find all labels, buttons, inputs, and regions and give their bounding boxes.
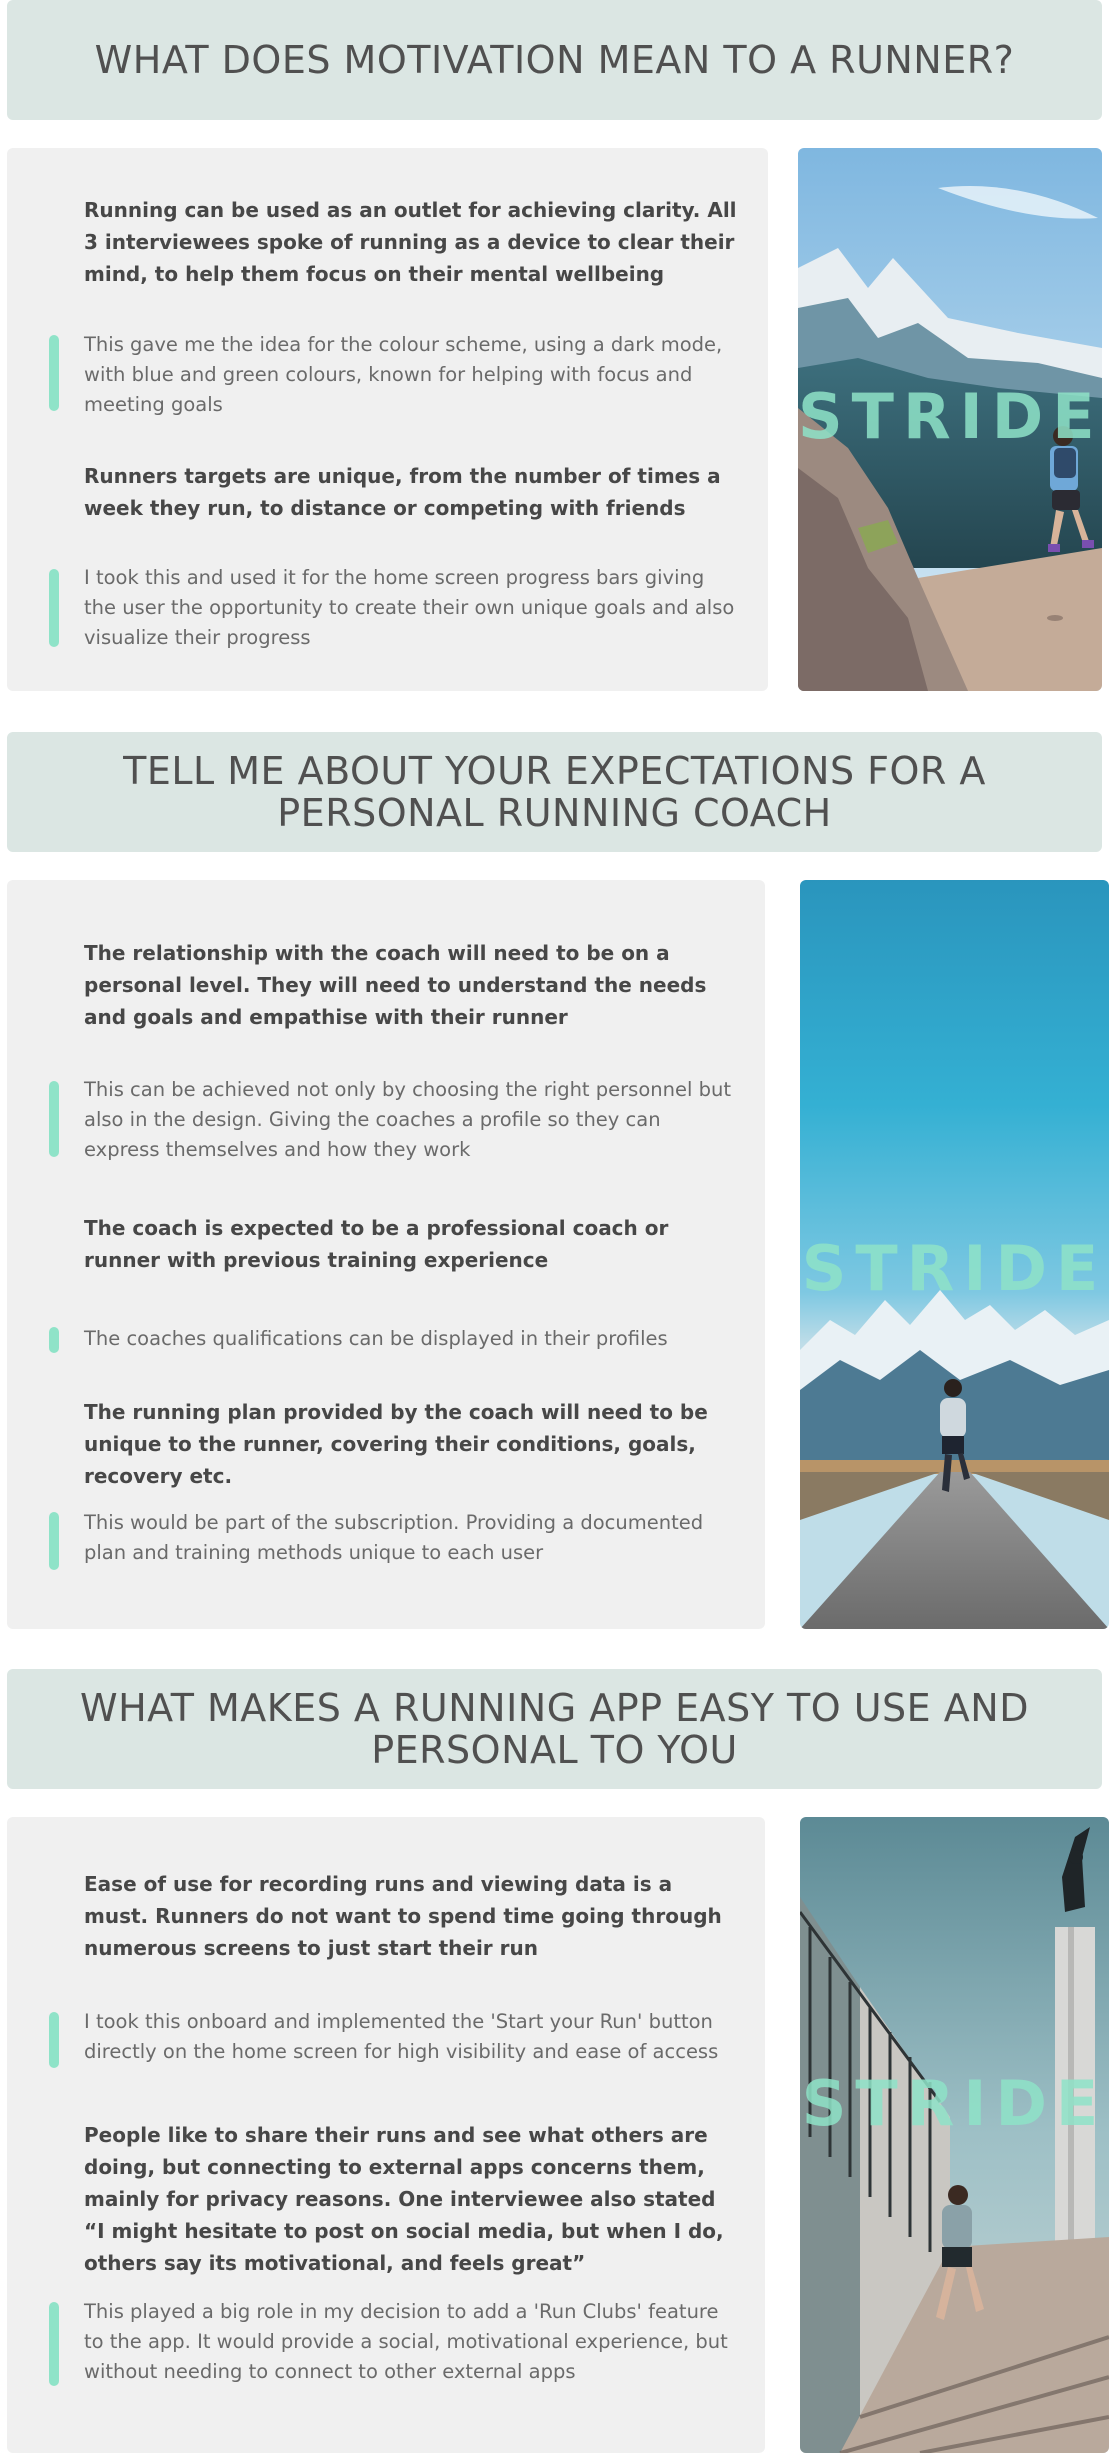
accent-bar: [49, 335, 59, 411]
insight-text-content: This gave me the idea for the colour sch…: [84, 333, 723, 416]
accent-bar: [49, 1081, 59, 1157]
insight-text-content: This can be achieved not only by choosin…: [84, 1078, 731, 1161]
finding-text: The running plan provided by the coach w…: [84, 1400, 708, 1488]
finding-text: People like to share their runs and see …: [84, 2123, 724, 2275]
finding-text: Runners targets are unique, from the num…: [84, 464, 721, 520]
section-3-panel: Ease of use for recording runs and viewi…: [7, 1817, 765, 2453]
finding-text: The relationship with the coach will nee…: [84, 941, 707, 1029]
section-2-title-text: TELL ME ABOUT YOUR EXPECTATIONS FOR A PE…: [123, 749, 986, 835]
insight-text: This can be achieved not only by choosin…: [49, 1075, 735, 1165]
road-runner-photo: STRIDE: [800, 880, 1109, 1629]
section-3-title-text: WHAT MAKES A RUNNING APP EASY TO USE AND…: [80, 1686, 1029, 1772]
accent-bar: [49, 1512, 59, 1570]
insight-text-content: The coaches qualifications can be displa…: [84, 1327, 668, 1350]
accent-bar: [49, 569, 59, 647]
insight-text: I took this onboard and implemented the …: [49, 2007, 735, 2068]
finding-text: Ease of use for recording runs and viewi…: [84, 1872, 722, 1960]
accent-bar: [49, 1327, 59, 1353]
insight-text: The coaches qualifications can be displa…: [49, 1324, 735, 1354]
brand-wordmark: STRIDE: [801, 2067, 1108, 2140]
section-2-title: TELL ME ABOUT YOUR EXPECTATIONS FOR A PE…: [7, 732, 1102, 852]
insight-text-content: I took this and used it for the home scr…: [84, 566, 735, 649]
accent-bar: [49, 2012, 59, 2068]
brand-wordmark: STRIDE: [801, 1232, 1108, 1305]
insight-text: This played a big role in my decision to…: [49, 2297, 735, 2387]
insight-text-content: This played a big role in my decision to…: [84, 2300, 728, 2383]
insight-text-content: I took this onboard and implemented the …: [84, 2010, 719, 2063]
insight-text: I took this and used it for the home scr…: [49, 563, 738, 653]
section-1-title-text: WHAT DOES MOTIVATION MEAN TO A RUNNER?: [94, 38, 1015, 82]
section-3-title: WHAT MAKES A RUNNING APP EASY TO USE AND…: [7, 1669, 1102, 1789]
insight-text: This gave me the idea for the colour sch…: [49, 330, 738, 420]
section-1-title: WHAT DOES MOTIVATION MEAN TO A RUNNER?: [7, 0, 1102, 120]
stadium-runner-photo: STRIDE: [800, 1817, 1109, 2453]
mountain-trail-photo: STRIDE: [798, 148, 1102, 691]
insight-text: This would be part of the subscription. …: [49, 1508, 735, 1570]
accent-bar: [49, 2302, 59, 2386]
finding-text: The coach is expected to be a profession…: [84, 1216, 669, 1272]
section-1-panel: Running can be used as an outlet for ach…: [7, 148, 768, 691]
insight-text-content: This would be part of the subscription. …: [84, 1511, 704, 1564]
brand-wordmark: STRIDE: [798, 380, 1102, 453]
section-2-panel: The relationship with the coach will nee…: [7, 880, 765, 1629]
finding-text: Running can be used as an outlet for ach…: [84, 198, 737, 286]
